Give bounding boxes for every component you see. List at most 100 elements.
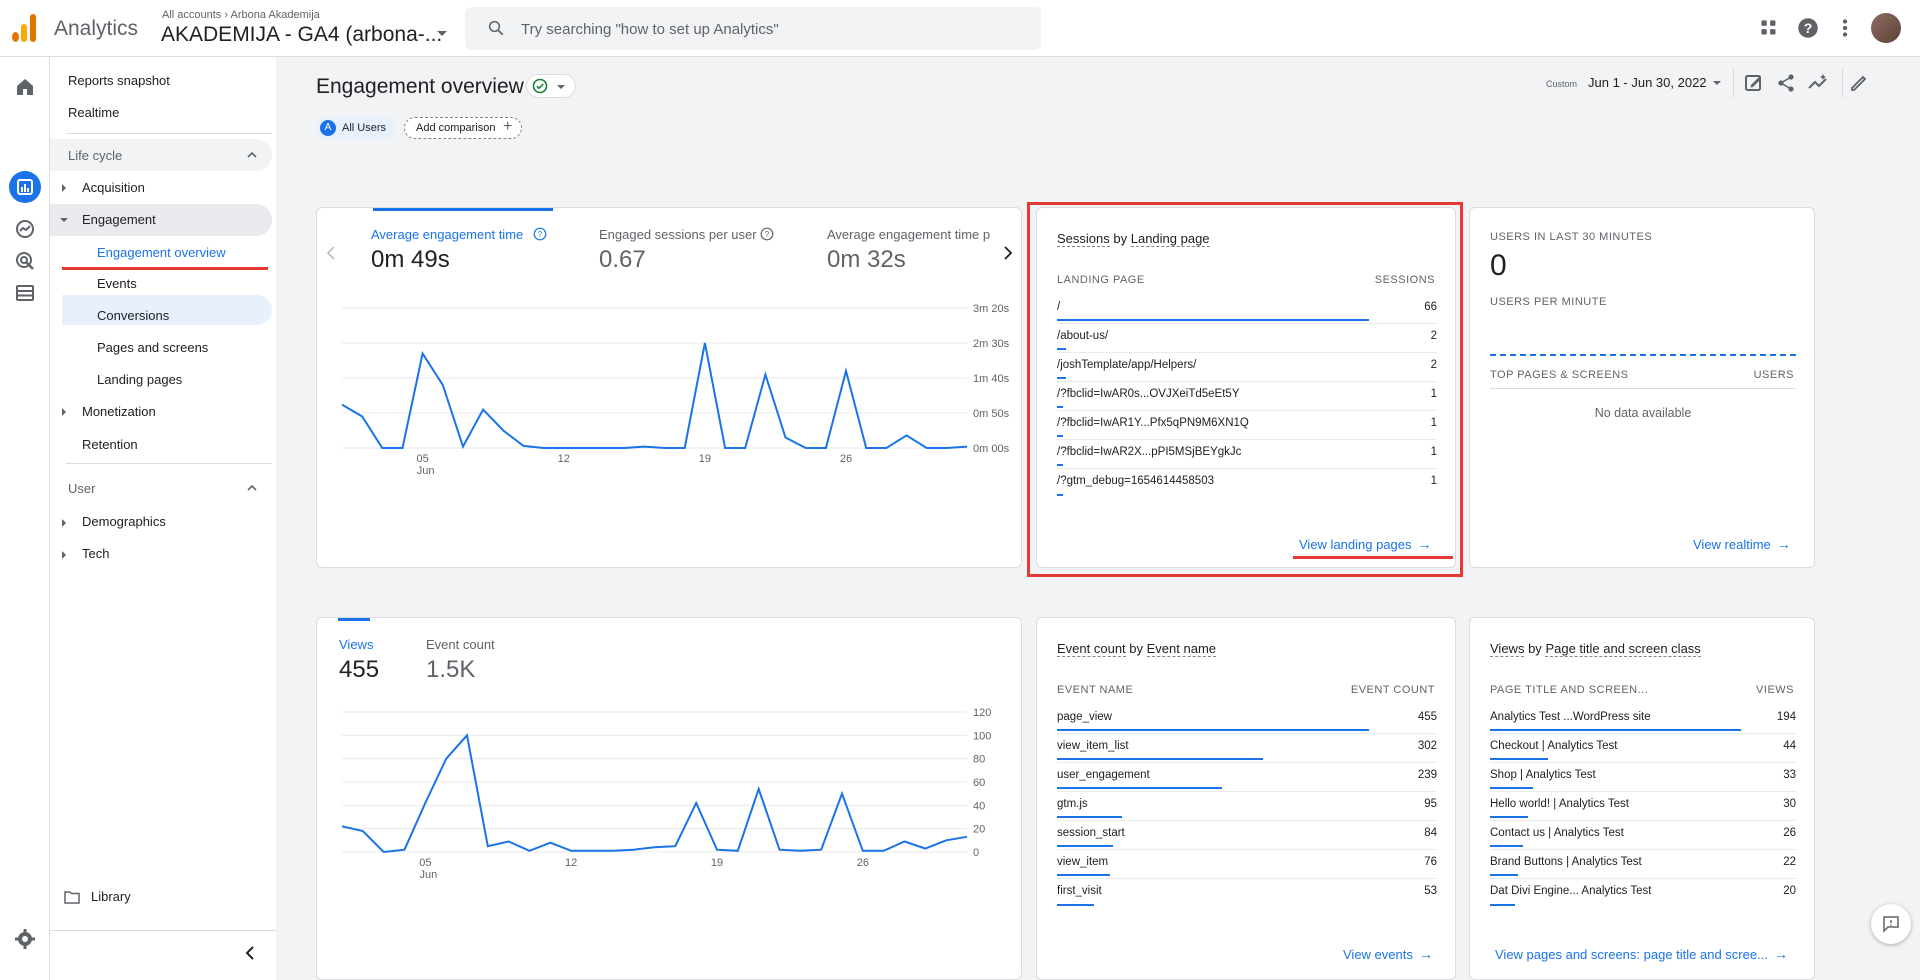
table-row[interactable]: user_engagement 239 <box>1057 763 1437 792</box>
comparison-chip-all-users[interactable]: A All Users <box>316 117 396 139</box>
table-row[interactable]: Hello world! | Analytics Test 30 <box>1490 792 1796 821</box>
y-tick-label: 1m 40s <box>973 373 1010 385</box>
date-range-caret-icon[interactable] <box>1713 81 1721 85</box>
help-outline-icon[interactable]: ? <box>760 227 774 241</box>
table-row[interactable]: first_visit 53 <box>1057 879 1437 908</box>
svg-text:?: ? <box>765 230 770 239</box>
date-range-picker[interactable]: Jun 1 - Jun 30, 2022 <box>1588 75 1707 90</box>
chevron-right-icon[interactable] <box>1002 245 1014 261</box>
row-label: first_visit <box>1057 885 1102 897</box>
chevron-up-icon[interactable] <box>246 482 258 494</box>
explore-icon[interactable] <box>13 217 37 241</box>
sidebar-item-conversions[interactable]: Conversions <box>97 308 169 323</box>
card-title: Event count by Event name <box>1057 641 1217 657</box>
sidebar-item-retention[interactable]: Retention <box>82 437 138 452</box>
account-breadcrumb[interactable]: All accounts › Arbona Akademija <box>162 9 320 21</box>
views-card: Views 455 Event count 1.5K 120 100 80 60 40 2… <box>316 617 1022 980</box>
add-comparison-button[interactable]: Add comparison + <box>404 117 522 139</box>
table-row[interactable]: view_item_list 302 <box>1057 734 1437 763</box>
status-badge[interactable] <box>526 74 576 98</box>
sidebar-item-demographics[interactable]: Demographics <box>82 514 166 529</box>
events-card: Event count by Event name EVENT NAME EVE… <box>1036 617 1456 980</box>
table-row[interactable]: Dat Divi Engine... Analytics Test 20 <box>1490 879 1796 908</box>
table-row[interactable]: gtm.js 95 <box>1057 792 1437 821</box>
customize-report-icon[interactable] <box>1742 71 1766 95</box>
row-value: 84 <box>1424 827 1437 839</box>
view-events-link[interactable]: View events → <box>1343 946 1433 962</box>
y-tick-label: 20 <box>973 824 985 836</box>
help-outline-icon[interactable]: ? <box>533 227 547 241</box>
edit-pencil-icon[interactable] <box>1847 71 1871 95</box>
metric-label: Average engagement time p <box>827 227 991 242</box>
apps-grid-icon[interactable] <box>1756 15 1782 41</box>
admin-gear-icon[interactable] <box>13 927 37 951</box>
help-icon[interactable]: ? <box>1795 15 1821 41</box>
avatar[interactable] <box>1871 13 1901 43</box>
row-value: 22 <box>1783 856 1796 868</box>
table-row[interactable]: page_view 455 <box>1057 705 1437 734</box>
sidebar-item-tech[interactable]: Tech <box>82 546 109 561</box>
table-row[interactable]: Analytics Test ...WordPress site 194 <box>1490 705 1796 734</box>
row-value: 95 <box>1424 798 1437 810</box>
row-label: view_item <box>1057 856 1109 868</box>
collapse-engagement-icon[interactable] <box>60 218 68 222</box>
sidebar-item-acquisition[interactable]: Acquisition <box>82 180 145 195</box>
row-label: Dat Divi Engine... Analytics Test <box>1490 885 1652 897</box>
insights-icon[interactable] <box>1806 71 1830 95</box>
expand-acquisition-icon[interactable] <box>62 184 66 192</box>
sidebar-section-user[interactable]: User <box>68 481 95 496</box>
configure-icon[interactable] <box>13 281 37 305</box>
table-row[interactable]: Brand Buttons | Analytics Test 22 <box>1490 850 1796 879</box>
table-row[interactable]: Contact us | Analytics Test 26 <box>1490 821 1796 850</box>
home-icon[interactable] <box>13 75 37 99</box>
arrow-right-icon: → <box>1418 946 1433 962</box>
row-bar <box>1057 729 1369 731</box>
sidebar-item-engagement[interactable]: Engagement <box>82 212 156 227</box>
expand-monetization-icon[interactable] <box>62 408 66 416</box>
table-row[interactable]: session_start 84 <box>1057 821 1437 850</box>
view-realtime-link[interactable]: View realtime → <box>1693 536 1791 552</box>
x-tick-label: 12 <box>565 857 577 869</box>
sidebar-item-library[interactable]: Library <box>91 889 131 904</box>
expand-tech-icon[interactable] <box>62 551 66 559</box>
sidebar-item-monetization[interactable]: Monetization <box>82 404 156 419</box>
title-by: by <box>1528 641 1542 656</box>
arrow-right-icon: → <box>1773 946 1788 962</box>
y-tick-label: 60 <box>973 777 985 789</box>
row-label: session_start <box>1057 827 1125 839</box>
add-comparison-label: Add comparison <box>416 122 496 134</box>
row-value: 455 <box>1417 711 1437 723</box>
sidebar-item-landing-pages[interactable]: Landing pages <box>97 372 182 387</box>
metric-tab-avg-engagement-per[interactable]: Average engagement time p 0m 32s <box>827 208 997 278</box>
column-header-views: VIEWS <box>1756 684 1794 696</box>
feedback-button[interactable] <box>1871 904 1911 944</box>
view-pages-link[interactable]: View pages and screens: page title and s… <box>1495 946 1788 962</box>
more-vert-icon[interactable] <box>1832 15 1858 41</box>
sidebar-item-engagement-overview[interactable]: Engagement overview <box>97 245 226 260</box>
analytics-logo-icon[interactable] <box>12 14 38 42</box>
table-row[interactable]: view_item 76 <box>1057 850 1437 879</box>
share-icon[interactable] <box>1774 71 1798 95</box>
collapse-sidebar-icon[interactable] <box>244 945 256 961</box>
row-bar <box>1057 845 1114 847</box>
sidebar-item-events[interactable]: Events <box>97 276 137 291</box>
reports-icon[interactable] <box>13 175 37 199</box>
search-bar[interactable]: Try searching "how to set up Analytics" <box>465 7 1041 50</box>
row-bar <box>1490 729 1741 731</box>
sidebar-item-pages-and-screens[interactable]: Pages and screens <box>97 340 208 355</box>
sidebar-item-reports-snapshot[interactable]: Reports snapshot <box>68 73 170 88</box>
svg-text:?: ? <box>1804 20 1813 36</box>
chevron-up-icon[interactable] <box>246 149 258 161</box>
sidebar-item-realtime[interactable]: Realtime <box>68 105 119 120</box>
chevron-left-icon[interactable] <box>325 245 337 261</box>
title-dimension: Page title and screen class <box>1545 641 1701 657</box>
property-caret-icon[interactable] <box>437 31 447 36</box>
table-row[interactable]: Checkout | Analytics Test 44 <box>1490 734 1796 763</box>
metric-label: Engaged sessions per user <box>599 227 757 242</box>
table-row[interactable]: Shop | Analytics Test 33 <box>1490 763 1796 792</box>
row-bar <box>1057 816 1123 818</box>
advertising-icon[interactable] <box>13 249 37 273</box>
users-30-value: 0 <box>1490 249 1507 282</box>
property-selector[interactable]: AKADEMIJA - GA4 (arbona-... <box>161 23 442 47</box>
expand-demographics-icon[interactable] <box>62 519 66 527</box>
